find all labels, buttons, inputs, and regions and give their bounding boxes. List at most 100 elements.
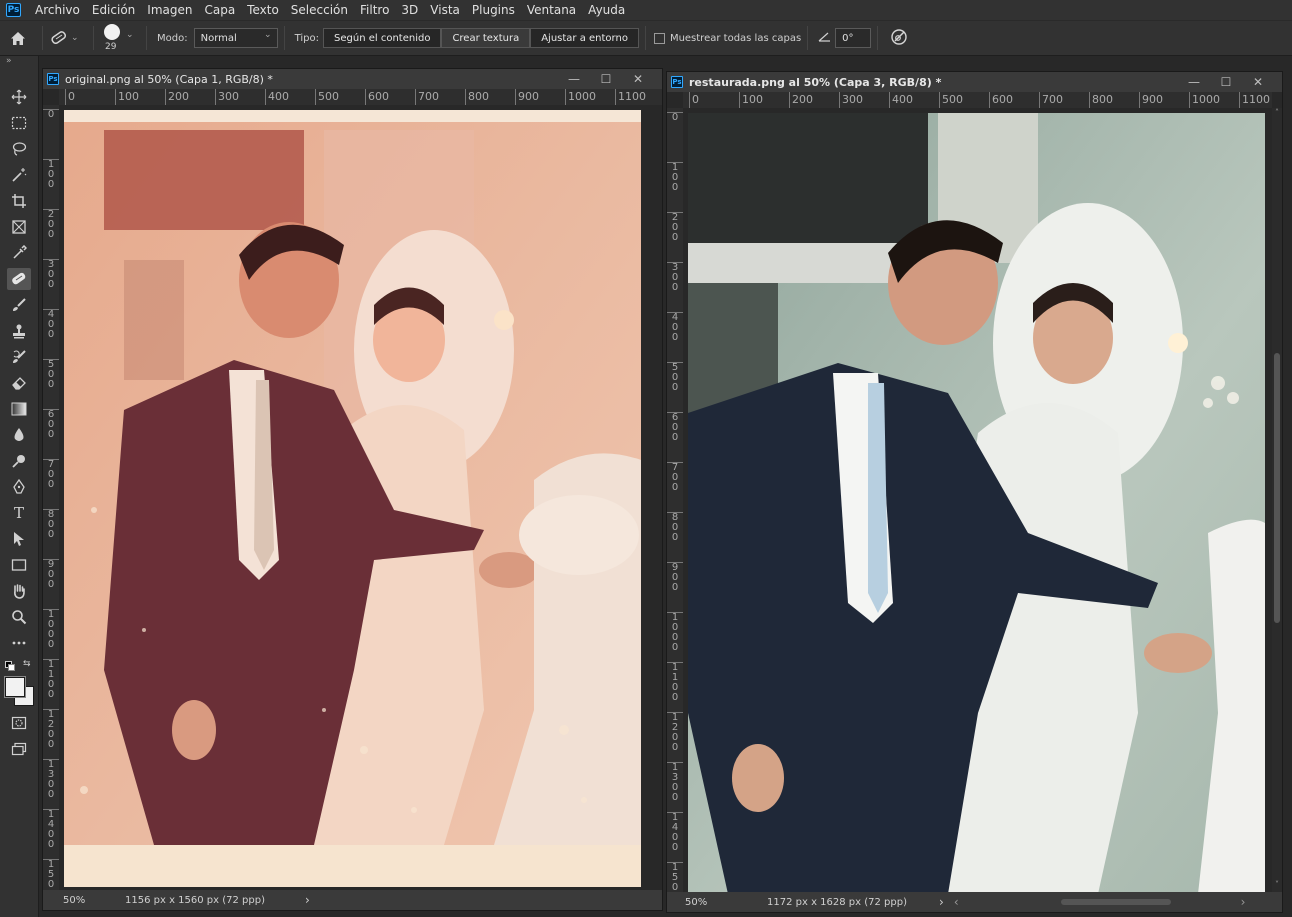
document-ps-icon: Ps [671,76,683,88]
menu-filtro[interactable]: Filtro [354,0,395,20]
chevron-down-icon[interactable]: ⌄ [126,30,134,40]
menu-imagen[interactable]: Imagen [141,0,198,20]
ruler-tick: 0 [43,109,59,120]
spot-healing-tool-icon[interactable] [7,268,31,290]
home-icon[interactable] [0,31,36,46]
type-proximity-match[interactable]: Ajustar a entorno [530,28,639,48]
path-selection-tool-icon[interactable] [7,528,31,550]
scroll-down-icon[interactable]: ˅ [1272,880,1282,892]
type-content-aware[interactable]: Según el contenido [323,28,442,48]
menu-capa[interactable]: Capa [198,0,241,20]
zoom-level[interactable]: 50% [63,895,125,906]
type-create-texture[interactable]: Crear textura [441,28,531,48]
hscroll-left-icon[interactable]: ‹ [954,895,959,909]
document-titlebar[interactable]: Ps restaurada.png al 50% (Capa 3, RGB/8)… [667,72,1282,92]
foreground-color-swatch[interactable] [4,676,26,698]
blur-tool-icon[interactable] [7,424,31,446]
hscroll-right-icon[interactable]: › [1241,895,1246,909]
ruler-tick: 1 0 0 0 [667,612,683,653]
brush-picker[interactable]: 29 ⌄ [100,20,140,56]
options-bar: ⌄ 29 ⌄ Modo: Normal ⌄ Tipo: Según el con… [0,20,1292,56]
document-titlebar[interactable]: Ps original.png al 50% (Capa 1, RGB/8) *… [43,69,662,89]
ruler-tick: 7 0 0 [43,459,59,490]
ruler-tick: 300 [215,89,239,105]
eraser-tool-icon[interactable] [7,372,31,394]
hscroll-thumb[interactable] [1060,899,1171,905]
horizontal-ruler: 0 100 200 300 400 500 600 700 800 900 10… [59,89,662,106]
lasso-tool-icon[interactable] [7,138,31,160]
canvas-area[interactable] [683,108,1272,894]
vertical-scrollbar[interactable]: ˄ ˅ [1272,108,1282,892]
document-window-restored[interactable]: Ps restaurada.png al 50% (Capa 3, RGB/8)… [666,71,1283,913]
magic-wand-tool-icon[interactable] [7,164,31,186]
zoom-tool-icon[interactable] [7,606,31,628]
dodge-tool-icon[interactable] [7,450,31,472]
menu-vista[interactable]: Vista [424,0,466,20]
document-title: restaurada.png al 50% (Capa 3, RGB/8) * [689,75,942,89]
mode-value: Normal [200,32,237,44]
collapse-icon[interactable]: » [6,56,12,66]
canvas-area[interactable] [59,105,662,890]
menu-ventana[interactable]: Ventana [521,0,582,20]
document-window-original[interactable]: Ps original.png al 50% (Capa 1, RGB/8) *… [42,68,663,911]
status-chevron-right-icon[interactable]: › [305,893,310,907]
chevron-down-icon[interactable]: ⌄ [71,33,79,43]
menu-seleccion[interactable]: Selección [285,0,354,20]
maximize-icon[interactable]: ☐ [590,69,622,89]
ruler-tick: 9 0 0 [43,559,59,590]
status-bar: 50% 1156 px x 1560 px (72 ppp) › [43,890,662,910]
history-brush-tool-icon[interactable] [7,346,31,368]
maximize-icon[interactable]: ☐ [1210,72,1242,92]
ruler-tick: 0 [65,89,75,105]
ruler-tick: 1 3 0 0 [667,762,683,803]
angle-input[interactable]: 0° [835,28,872,48]
scrollbar-thumb[interactable] [1274,353,1280,623]
menu-archivo[interactable]: Archivo [29,0,86,20]
ruler-tick: 7 0 0 [667,462,683,493]
minimize-icon[interactable]: — [1178,72,1210,92]
frame-tool-icon[interactable] [7,216,31,238]
minimize-icon[interactable]: — [558,69,590,89]
more-tools-icon[interactable] [7,632,31,654]
menu-plugins[interactable]: Plugins [466,0,521,20]
status-chevron-right-icon[interactable]: › [939,895,944,909]
healing-brush-icon[interactable]: ⌄ [49,29,87,47]
separator [283,26,285,50]
quick-mask-icon[interactable] [7,712,31,734]
target-icon[interactable] [890,28,908,49]
ruler-tick: 1 1 0 0 [43,659,59,700]
screen-mode-icon[interactable] [7,738,31,760]
menu-texto[interactable]: Texto [241,0,285,20]
rectangle-tool-icon[interactable] [7,554,31,576]
mode-select[interactable]: Normal ⌄ [193,28,278,48]
ruler-tick: 1 5 0 0 [43,859,59,890]
brush-tool-icon[interactable] [7,294,31,316]
gradient-tool-icon[interactable] [7,398,31,420]
ruler-tick: 800 [465,89,489,105]
type-tool-icon[interactable]: T [7,502,31,524]
zoom-level[interactable]: 50% [685,897,767,908]
menu-ayuda[interactable]: Ayuda [582,0,631,20]
pen-tool-icon[interactable] [7,476,31,498]
crop-tool-icon[interactable] [7,190,31,212]
brush-size: 29 [105,42,117,52]
scroll-up-icon[interactable]: ˄ [1272,108,1282,120]
ruler-tick: 1 0 0 0 [43,609,59,650]
move-tool-icon[interactable] [7,86,31,108]
original-photo[interactable] [64,110,641,887]
close-icon[interactable]: ✕ [1242,72,1274,92]
default-colors-icon[interactable] [5,661,15,671]
menu-3d[interactable]: 3D [395,0,424,20]
ruler-tick: 4 0 0 [667,312,683,343]
horizontal-scrollbar[interactable] [965,897,1235,907]
restored-photo[interactable] [688,113,1265,894]
marquee-tool-icon[interactable] [7,112,31,134]
close-icon[interactable]: ✕ [622,69,654,89]
hand-tool-icon[interactable] [7,580,31,602]
sample-all-layers-checkbox[interactable] [653,32,665,44]
eyedropper-tool-icon[interactable] [7,242,31,264]
swap-colors-icon[interactable]: ⇆ [23,659,31,669]
menu-edicion[interactable]: Edición [86,0,141,20]
ruler-tick: 6 0 0 [667,412,683,443]
clone-stamp-tool-icon[interactable] [7,320,31,342]
